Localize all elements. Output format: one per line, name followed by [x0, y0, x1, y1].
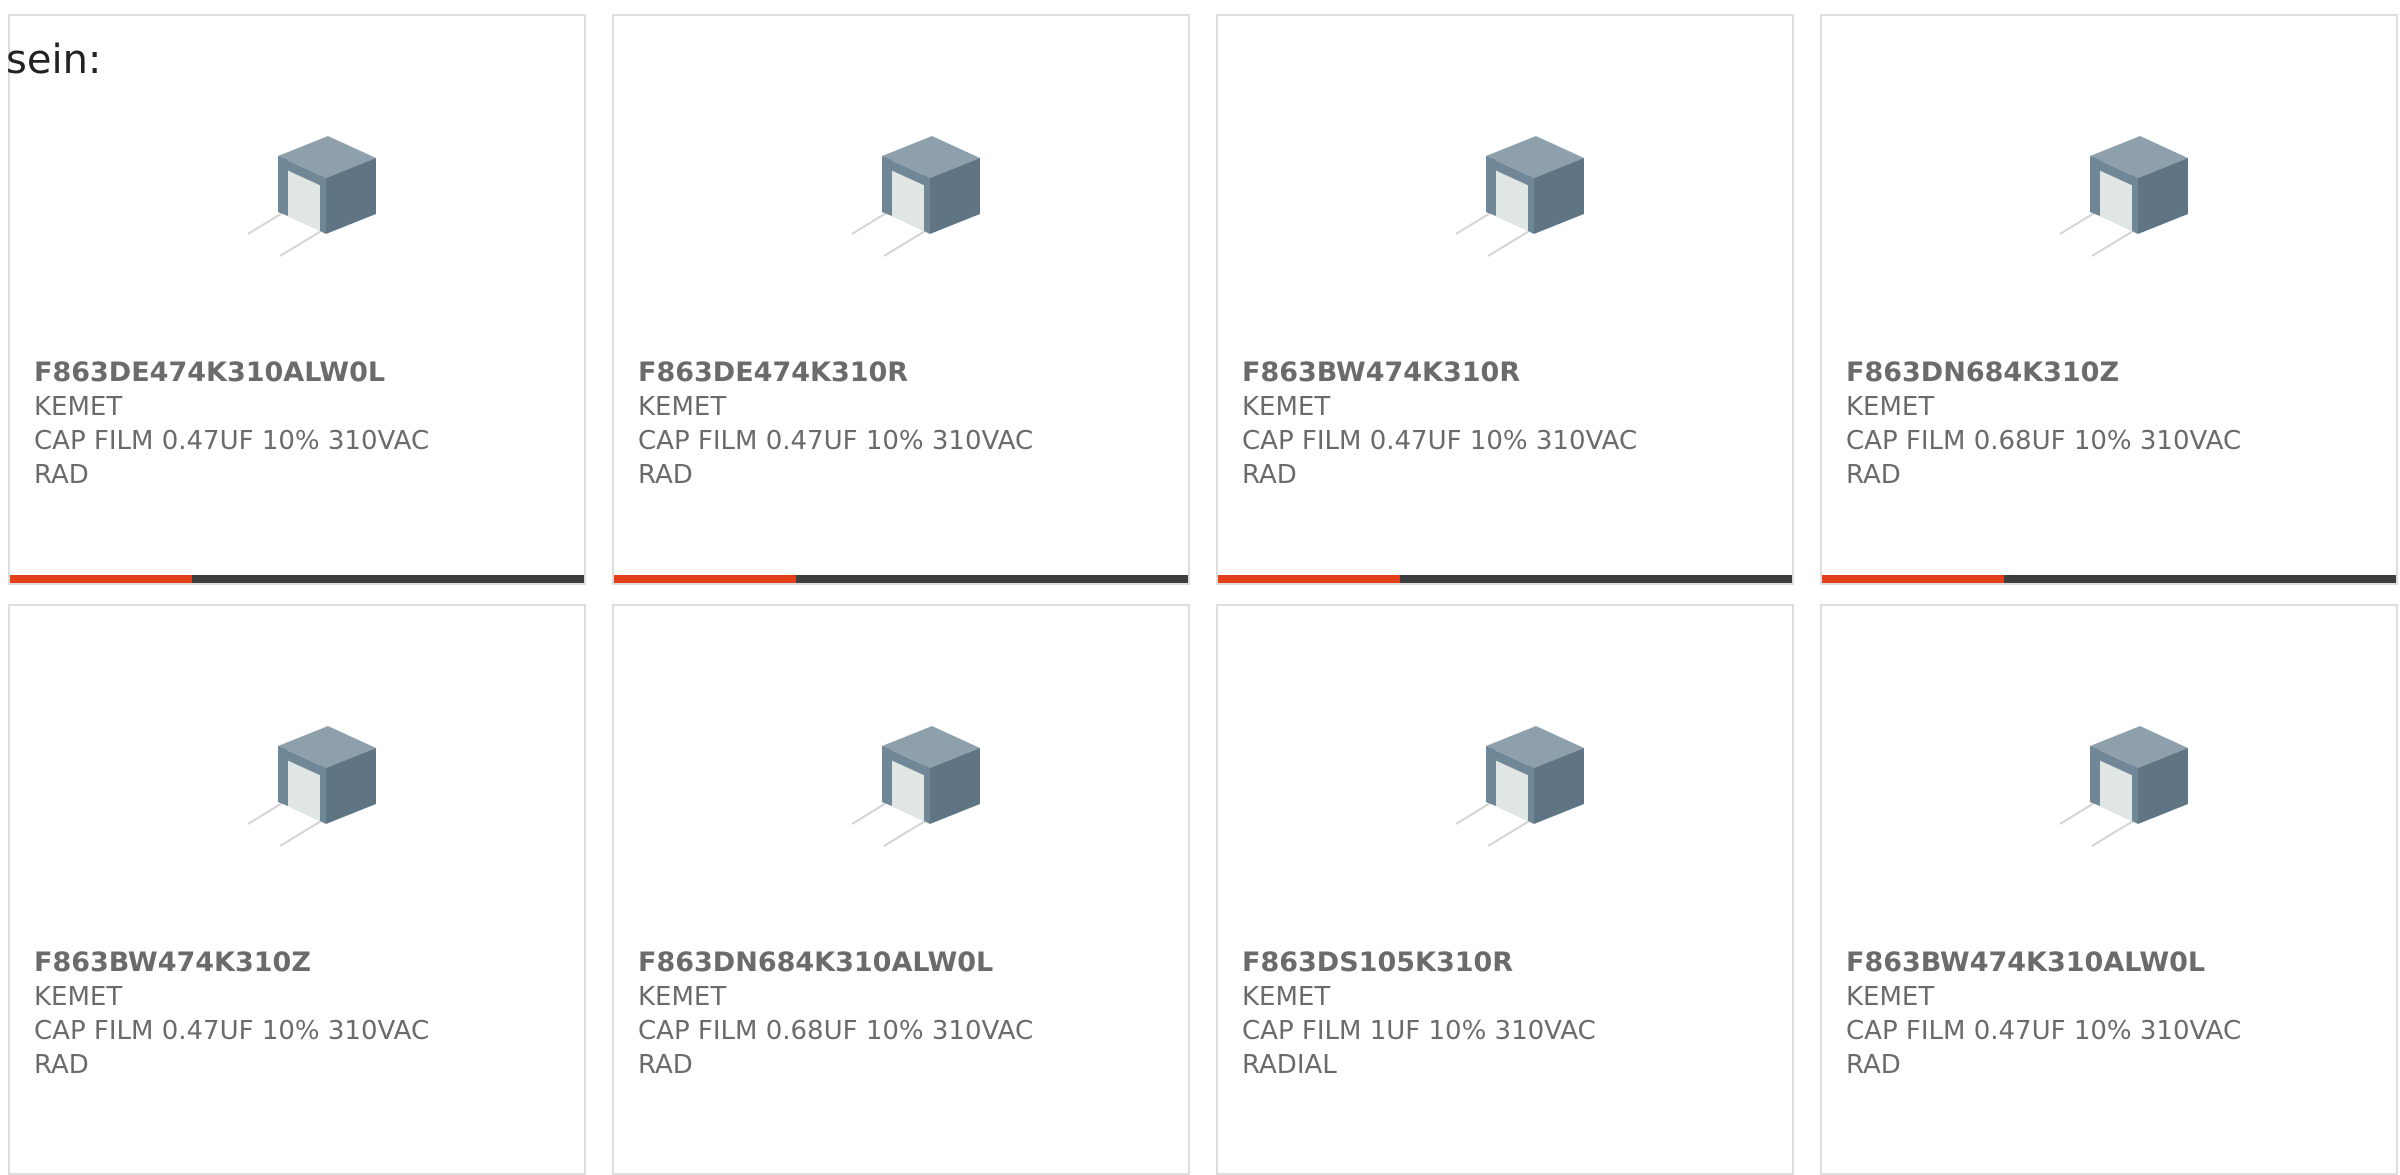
manufacturer: KEMET: [34, 982, 123, 1012]
part-number[interactable]: F863DE474K310ALW0L: [34, 356, 572, 390]
description: CAP FILM 0.47UF 10% 310VAC: [1846, 1016, 2242, 1046]
product-card[interactable]: F863DE474K310ALW0L KEMET CAP FILM 0.47UF…: [8, 14, 586, 585]
package: RAD: [1846, 1050, 1901, 1080]
capacitor-image: [2059, 726, 2188, 847]
card-accent-bar: [10, 575, 192, 583]
description: CAP FILM 0.47UF 10% 310VAC: [638, 426, 1034, 456]
manufacturer: KEMET: [1242, 982, 1331, 1012]
product-card[interactable]: F863BW474K310R KEMET CAP FILM 0.47UF 10%…: [1216, 14, 1794, 585]
package: RAD: [1242, 460, 1297, 490]
product-info: F863DE474K310ALW0L KEMET CAP FILM 0.47UF…: [34, 356, 572, 492]
package: RAD: [638, 460, 693, 490]
card-bottom-bar: [1822, 575, 2396, 583]
product-info: F863DE474K310R KEMET CAP FILM 0.47UF 10%…: [638, 356, 1176, 492]
card-accent-bar: [614, 575, 796, 583]
product-card[interactable]: F863DN684K310Z KEMET CAP FILM 0.68UF 10%…: [1820, 14, 2398, 585]
manufacturer: KEMET: [1846, 392, 1935, 422]
product-info: F863BW474K310ALW0L KEMET CAP FILM 0.47UF…: [1846, 946, 2384, 1082]
description: CAP FILM 0.47UF 10% 310VAC: [34, 1016, 430, 1046]
description: CAP FILM 0.47UF 10% 310VAC: [1242, 426, 1638, 456]
capacitor-image: [1455, 136, 1584, 257]
product-info: F863BW474K310R KEMET CAP FILM 0.47UF 10%…: [1242, 356, 1780, 492]
package: RADIAL: [1242, 1050, 1337, 1080]
package: RAD: [34, 460, 89, 490]
capacitor-image: [851, 726, 980, 847]
capacitor-image: [247, 136, 376, 257]
product-card[interactable]: F863BW474K310ALW0L KEMET CAP FILM 0.47UF…: [1820, 604, 2398, 1175]
card-accent-bar: [1218, 575, 1400, 583]
part-number[interactable]: F863BW474K310R: [1242, 356, 1780, 390]
manufacturer: KEMET: [34, 392, 123, 422]
part-number[interactable]: F863DN684K310Z: [1846, 356, 2384, 390]
description: CAP FILM 0.68UF 10% 310VAC: [1846, 426, 2242, 456]
part-number[interactable]: F863DN684K310ALW0L: [638, 946, 1176, 980]
product-card[interactable]: F863BW474K310Z KEMET CAP FILM 0.47UF 10%…: [8, 604, 586, 1175]
product-info: F863DS105K310R KEMET CAP FILM 1UF 10% 31…: [1242, 946, 1780, 1082]
product-info: F863DN684K310ALW0L KEMET CAP FILM 0.68UF…: [638, 946, 1176, 1082]
description: CAP FILM 0.47UF 10% 310VAC: [34, 426, 430, 456]
intro-text: sein:: [6, 37, 102, 83]
part-number[interactable]: F863DS105K310R: [1242, 946, 1780, 980]
part-number[interactable]: F863BW474K310ALW0L: [1846, 946, 2384, 980]
product-info: F863BW474K310Z KEMET CAP FILM 0.47UF 10%…: [34, 946, 572, 1082]
manufacturer: KEMET: [1846, 982, 1935, 1012]
capacitor-image: [851, 136, 980, 257]
card-bottom-bar: [614, 575, 1188, 583]
package: RAD: [638, 1050, 693, 1080]
manufacturer: KEMET: [1242, 392, 1331, 422]
description: CAP FILM 0.68UF 10% 310VAC: [638, 1016, 1034, 1046]
product-card[interactable]: F863DS105K310R KEMET CAP FILM 1UF 10% 31…: [1216, 604, 1794, 1175]
product-card[interactable]: F863DN684K310ALW0L KEMET CAP FILM 0.68UF…: [612, 604, 1190, 1175]
card-bottom-bar: [1218, 575, 1792, 583]
card-bottom-bar: [10, 575, 584, 583]
part-number[interactable]: F863BW474K310Z: [34, 946, 572, 980]
part-number[interactable]: F863DE474K310R: [638, 356, 1176, 390]
capacitor-image: [1455, 726, 1584, 847]
product-card[interactable]: F863DE474K310R KEMET CAP FILM 0.47UF 10%…: [612, 14, 1190, 585]
capacitor-image: [247, 726, 376, 847]
product-grid: F863DE474K310ALW0L KEMET CAP FILM 0.47UF…: [8, 14, 2400, 1175]
package: RAD: [34, 1050, 89, 1080]
card-accent-bar: [1822, 575, 2004, 583]
capacitor-image: [2059, 136, 2188, 257]
product-info: F863DN684K310Z KEMET CAP FILM 0.68UF 10%…: [1846, 356, 2384, 492]
description: CAP FILM 1UF 10% 310VAC: [1242, 1016, 1596, 1046]
manufacturer: KEMET: [638, 982, 727, 1012]
package: RAD: [1846, 460, 1901, 490]
manufacturer: KEMET: [638, 392, 727, 422]
